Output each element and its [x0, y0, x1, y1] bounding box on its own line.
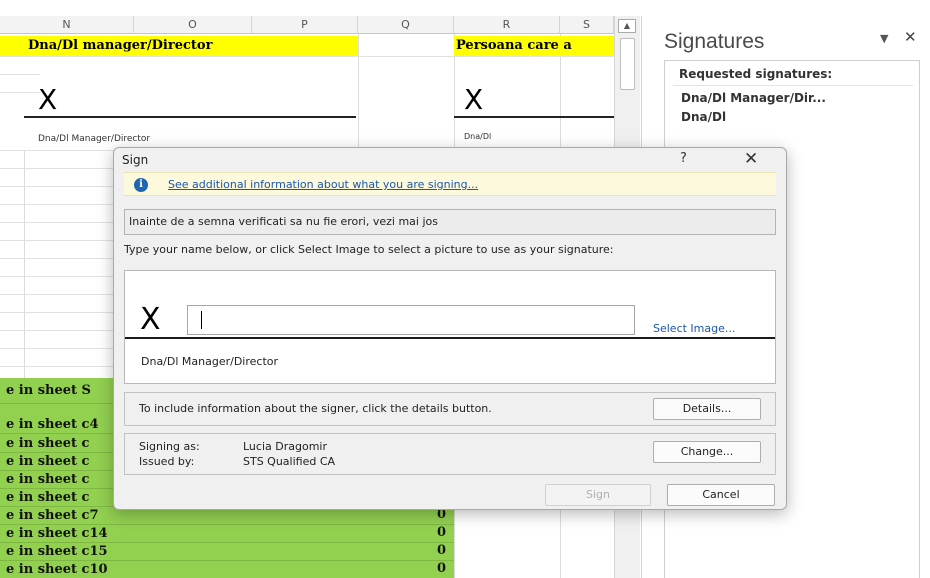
scroll-up-icon[interactable]: ▲ [618, 19, 636, 33]
gridline [0, 92, 40, 93]
close-icon[interactable]: ✕ [744, 149, 758, 169]
column-header-o[interactable]: O [134, 16, 252, 34]
signing-as-value: Lucia Dragomir [243, 440, 327, 453]
pane-title: Signatures [664, 30, 765, 53]
column-header-n[interactable]: N [0, 16, 134, 34]
signature-line-right[interactable] [454, 116, 614, 118]
signature-line-left[interactable] [24, 116, 356, 118]
dialog-title: Sign [122, 153, 149, 167]
signature-rule [125, 337, 775, 339]
requested-signature-item[interactable]: Dna/Dl Manager/Dir... [681, 91, 826, 105]
signature-instructions: Type your name below, or click Select Im… [124, 243, 614, 256]
signature-role-right: Dna/Dl [464, 132, 492, 141]
signature-header-manager: Dna/Dl manager/Director [0, 36, 358, 56]
requested-signature-item[interactable]: Dna/Dl [681, 110, 726, 124]
details-button[interactable]: Details... [653, 398, 761, 420]
info-bar: i See additional information about what … [124, 172, 776, 196]
issued-by-value: STS Qualified CA [243, 455, 336, 468]
select-image-link[interactable]: Select Image... [653, 322, 735, 335]
signature-area: X Select Image... Dna/Dl Manager/Directo… [124, 270, 776, 384]
signature-line-x-left: X [38, 83, 58, 116]
info-icon: i [134, 178, 148, 192]
sign-dialog: Sign ? ✕ i See additional information ab… [113, 147, 787, 510]
column-header-s[interactable]: S [560, 16, 614, 34]
signature-role-left: Dna/Dl Manager/Director [38, 134, 151, 144]
additional-info-link[interactable]: See additional information about what yo… [168, 178, 478, 191]
table-row[interactable]: e in sheet c14 [0, 525, 454, 543]
column-header-q[interactable]: Q [358, 16, 454, 34]
column-header-p[interactable]: P [252, 16, 358, 34]
help-icon[interactable]: ? [680, 151, 687, 166]
cell-value[interactable]: 0 [437, 525, 446, 540]
signing-purpose-field[interactable]: Inainte de a semna verificati sa nu fie … [124, 209, 776, 235]
change-button[interactable]: Change... [653, 441, 761, 463]
gridline [0, 56, 614, 57]
divider [673, 85, 913, 86]
pane-close-icon[interactable]: ✕ [904, 28, 917, 46]
details-description: To include information about the signer,… [139, 402, 492, 415]
signer-details-group: To include information about the signer,… [124, 392, 776, 426]
signature-x-mark: X [140, 302, 161, 337]
table-row[interactable]: e in sheet c15 [0, 543, 454, 561]
requested-signatures-label: Requested signatures: [679, 67, 833, 81]
signing-as-label: Signing as: [139, 440, 200, 453]
signature-name-input[interactable] [187, 305, 635, 335]
column-header-r[interactable]: R [454, 16, 560, 34]
text-caret [201, 311, 202, 329]
sign-button[interactable]: Sign [545, 484, 651, 506]
cell-value[interactable]: 0 [437, 543, 446, 558]
signer-role: Dna/Dl Manager/Director [141, 355, 279, 368]
cancel-button[interactable]: Cancel [667, 484, 775, 506]
table-row[interactable]: e in sheet c10 [0, 561, 454, 578]
cell-value[interactable]: 0 [437, 561, 446, 576]
gridline [0, 74, 40, 75]
signature-header-persoana: Persoana care a [454, 36, 614, 56]
signature-line-x-right: X [464, 83, 484, 116]
pane-options-icon[interactable]: ▼ [880, 32, 888, 45]
scrollbar-thumb[interactable] [620, 38, 635, 90]
certificate-group: Signing as: Lucia Dragomir Issued by: ST… [124, 433, 776, 475]
issued-by-label: Issued by: [139, 455, 195, 468]
